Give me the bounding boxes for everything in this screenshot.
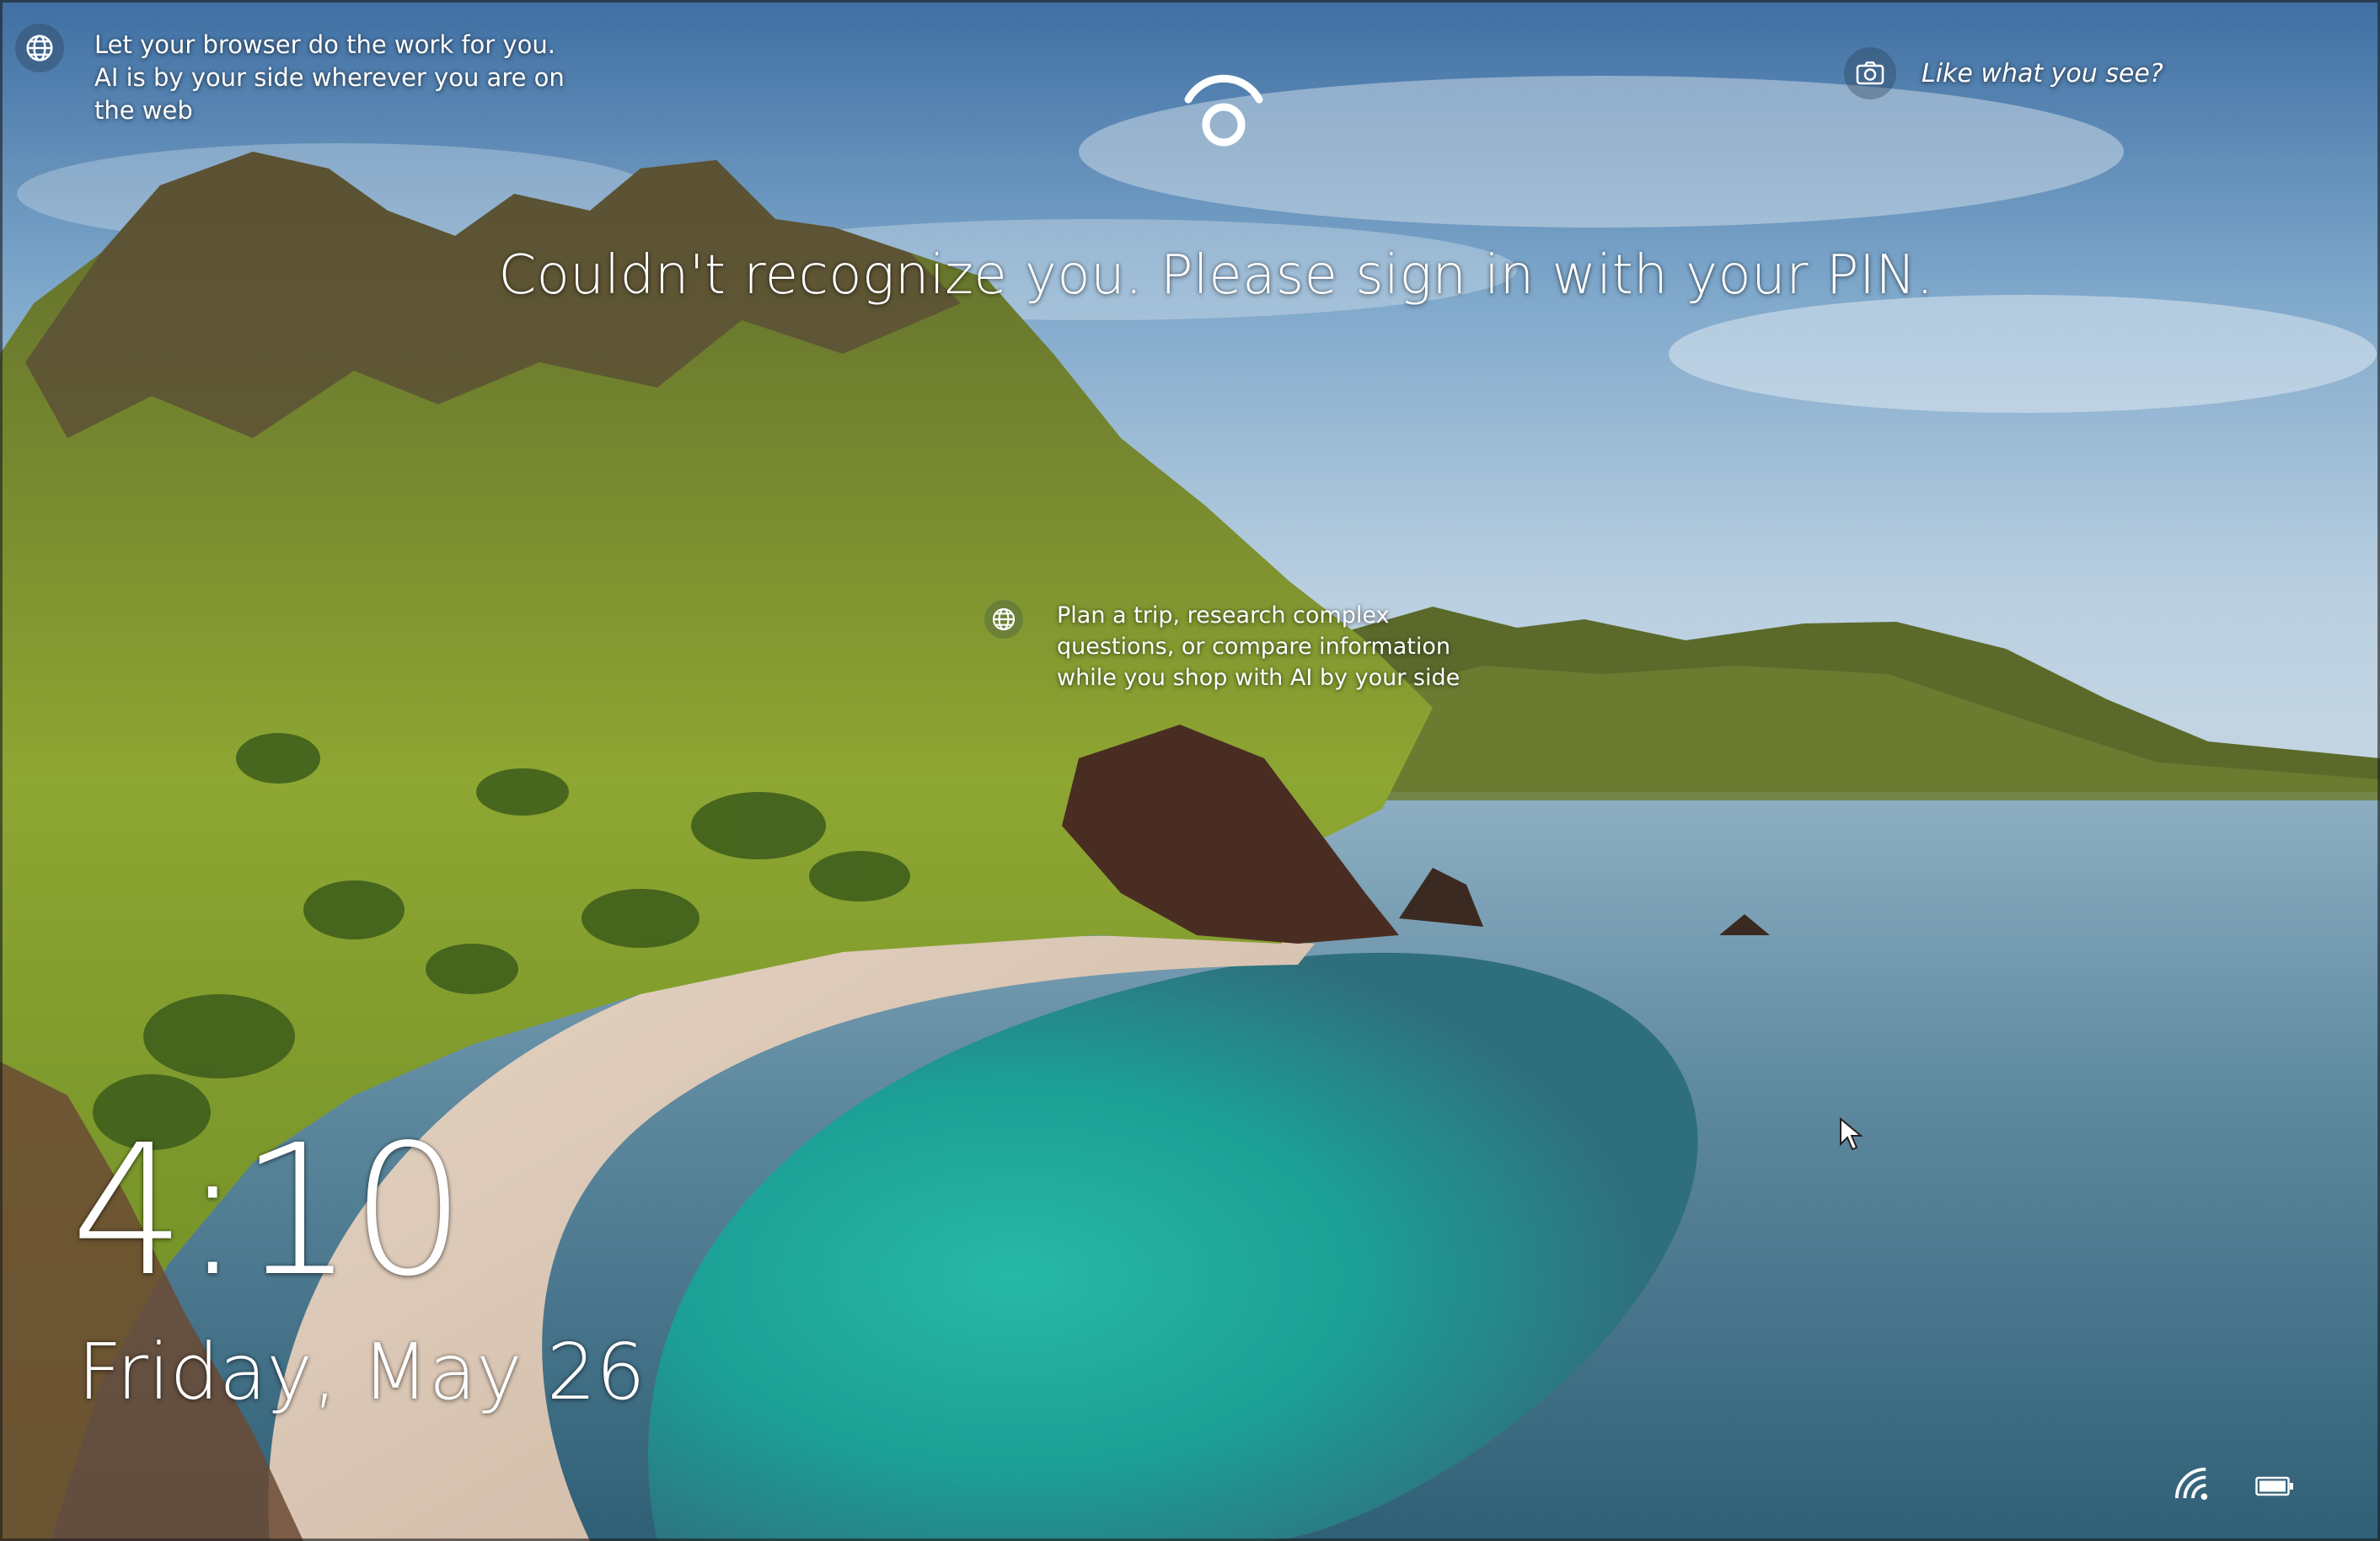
lock-screen-clock: 4:10 (71, 1106, 466, 1316)
lock-screen[interactable]: Let your browser do the work for you. AI… (0, 0, 2380, 1541)
like-what-you-see-text: Like what you see? (1922, 58, 2163, 88)
spotlight-tip-text: Let your browser do the work for you. AI… (94, 30, 565, 125)
battery-icon[interactable] (2255, 1476, 2294, 1496)
wifi-signal-icon[interactable] (2173, 1466, 2213, 1501)
globe-icon (984, 600, 1023, 639)
mouse-cursor-icon (1840, 1117, 1863, 1151)
like-what-you-see-prompt[interactable]: Like what you see? (1844, 47, 2163, 99)
spotlight-tip-browser-ai[interactable]: Let your browser do the work for you. AI… (15, 24, 588, 127)
spotlight-tip-plan-trip[interactable]: Plan a trip, research complex questions,… (984, 600, 1495, 693)
camera-icon (1844, 47, 1896, 99)
globe-icon (15, 24, 64, 72)
lock-screen-date: Friday, May 26 (78, 1327, 646, 1417)
sign-in-status-message: Couldn't recognize you. Please sign in w… (498, 244, 1934, 307)
windows-hello-face-icon (1184, 74, 1263, 147)
spotlight-tip-text: Plan a trip, research complex questions,… (1057, 602, 1461, 691)
